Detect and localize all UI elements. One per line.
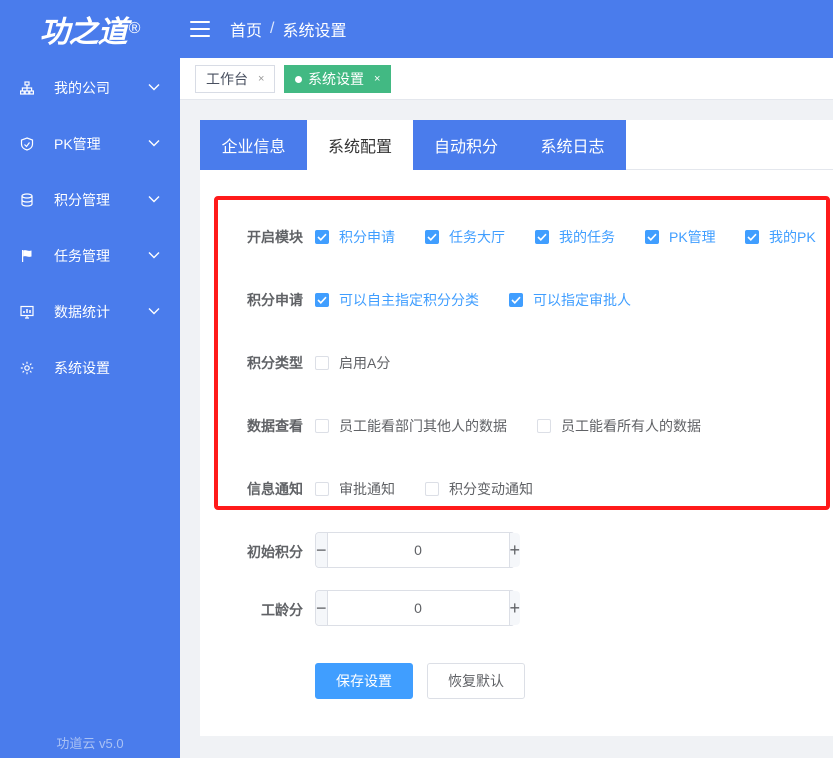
checkbox-assign-approver[interactable]: 可以指定审批人 xyxy=(509,290,631,310)
checkbox-empty-icon xyxy=(315,419,329,433)
reset-default-button[interactable]: 恢复默认 xyxy=(427,663,525,699)
breadcrumb-current: 系统设置 xyxy=(282,23,347,40)
checkbox-view-department[interactable]: 员工能看部门其他人的数据 xyxy=(315,416,507,436)
sidebar-menu: 我的公司 PK管理 积分管理 任务管理 数据统计 系统设置 xyxy=(0,60,180,396)
type-label: 积分类型 xyxy=(247,355,303,371)
logo-text: 功之道 xyxy=(39,15,128,50)
tag-label: 工作台 xyxy=(206,71,248,87)
sidebar: 功之道 ® 我的公司 PK管理 积分管理 任务管理 数据统计 系统设置 功道云 … xyxy=(0,0,180,758)
chevron-down-icon xyxy=(148,252,160,259)
modules-label: 开启模块 xyxy=(247,229,303,245)
tab-company-info[interactable]: 企业信息 xyxy=(200,120,307,170)
tab-system-config[interactable]: 系统配置 xyxy=(307,120,413,170)
checkbox-checked-icon xyxy=(645,230,659,244)
checkbox-empty-icon xyxy=(537,419,551,433)
tag-label: 系统设置 xyxy=(308,71,364,87)
tag-workbench[interactable]: 工作台 × xyxy=(195,65,276,93)
registered-mark: ® xyxy=(128,20,141,37)
flag-icon xyxy=(20,249,34,263)
seniority-stepper: − + xyxy=(315,590,521,626)
sidebar-item-label: 数据统计 xyxy=(54,304,110,320)
checkbox-checked-icon xyxy=(315,230,329,244)
checkbox-empty-icon xyxy=(425,482,439,496)
checkbox-checked-icon xyxy=(745,230,759,244)
increase-button[interactable]: + xyxy=(508,591,521,625)
checkbox-task-hall[interactable]: 任务大厅 xyxy=(425,227,505,247)
checkbox-empty-icon xyxy=(315,482,329,496)
tab-auto-points[interactable]: 自动积分 xyxy=(413,120,519,170)
increase-button[interactable]: + xyxy=(508,533,521,567)
app-version: 功道云 v5.0 xyxy=(56,736,124,751)
checkbox-my-pk[interactable]: 我的PK xyxy=(745,227,816,247)
seniority-input[interactable] xyxy=(327,591,509,625)
checkbox-view-all[interactable]: 员工能看所有人的数据 xyxy=(537,416,701,436)
sidebar-item-settings[interactable]: 系统设置 xyxy=(0,340,180,396)
sidebar-item-company[interactable]: 我的公司 xyxy=(0,60,180,116)
checkbox-points-apply[interactable]: 积分申请 xyxy=(315,227,395,247)
sidebar-item-points[interactable]: 积分管理 xyxy=(0,172,180,228)
sidebar-item-tasks[interactable]: 任务管理 xyxy=(0,228,180,284)
top-header: 首页 / 系统设置 xyxy=(180,0,833,58)
sidebar-item-label: 我的公司 xyxy=(54,80,110,96)
tag-system-settings[interactable]: 系统设置 × xyxy=(284,65,392,93)
breadcrumb-home[interactable]: 首页 xyxy=(230,17,262,41)
checkbox-checked-icon xyxy=(535,230,549,244)
view-label: 数据查看 xyxy=(247,418,303,434)
chevron-down-icon xyxy=(148,196,160,203)
initial-points-input[interactable] xyxy=(327,533,509,567)
tags-view-bar: 工作台 × 系统设置 × xyxy=(180,58,833,100)
decrease-button[interactable]: − xyxy=(316,533,328,567)
breadcrumb-separator: / xyxy=(270,20,275,37)
apply-label: 积分申请 xyxy=(247,292,303,308)
checkbox-points-change-notify[interactable]: 积分变动通知 xyxy=(425,479,533,499)
initial-points-stepper: − + xyxy=(315,532,521,568)
close-icon[interactable]: × xyxy=(374,73,380,85)
tab-system-log[interactable]: 系统日志 xyxy=(519,120,626,170)
checkbox-empty-icon xyxy=(315,356,329,370)
settings-tabs: 企业信息 系统配置 自动积分 系统日志 xyxy=(200,120,626,170)
checkbox-pk-manage[interactable]: PK管理 xyxy=(645,227,716,247)
gear-icon xyxy=(20,361,34,375)
chevron-down-icon xyxy=(148,84,160,91)
decrease-button[interactable]: − xyxy=(316,591,328,625)
save-button[interactable]: 保存设置 xyxy=(315,663,413,699)
breadcrumb: 首页 / 系统设置 xyxy=(230,17,346,41)
checkbox-self-category[interactable]: 可以自主指定积分分类 xyxy=(315,290,479,310)
hamburger-menu-icon[interactable] xyxy=(190,21,210,37)
sidebar-item-label: 积分管理 xyxy=(54,192,110,208)
sidebar-item-label: 任务管理 xyxy=(54,248,110,264)
chevron-down-icon xyxy=(148,140,160,147)
shield-icon xyxy=(20,137,34,151)
seniority-label: 工龄分 xyxy=(261,602,303,618)
checkbox-checked-icon xyxy=(509,293,523,307)
sidebar-item-label: PK管理 xyxy=(54,136,101,152)
checkbox-checked-icon xyxy=(425,230,439,244)
settings-card: 企业信息 系统配置 自动积分 系统日志 开启模块 积分申请 任务大厅 我的任务 … xyxy=(200,120,833,736)
initial-points-label: 初始积分 xyxy=(247,544,303,560)
sidebar-item-pk[interactable]: PK管理 xyxy=(0,116,180,172)
active-dot-icon xyxy=(295,75,302,83)
org-chart-icon xyxy=(20,81,34,95)
sidebar-item-stats[interactable]: 数据统计 xyxy=(0,284,180,340)
sidebar-item-label: 系统设置 xyxy=(54,360,110,376)
notify-label: 信息通知 xyxy=(247,481,303,497)
chevron-down-icon xyxy=(148,308,160,315)
app-logo[interactable]: 功之道 ® xyxy=(0,0,180,58)
checkbox-my-tasks[interactable]: 我的任务 xyxy=(535,227,615,247)
database-icon xyxy=(20,193,34,207)
checkbox-enable-a-points[interactable]: 启用A分 xyxy=(315,353,390,373)
close-icon[interactable]: × xyxy=(258,73,264,85)
checkbox-checked-icon xyxy=(315,293,329,307)
checkbox-approval-notify[interactable]: 审批通知 xyxy=(315,479,395,499)
tab-divider xyxy=(626,169,833,170)
chart-monitor-icon xyxy=(20,305,34,319)
